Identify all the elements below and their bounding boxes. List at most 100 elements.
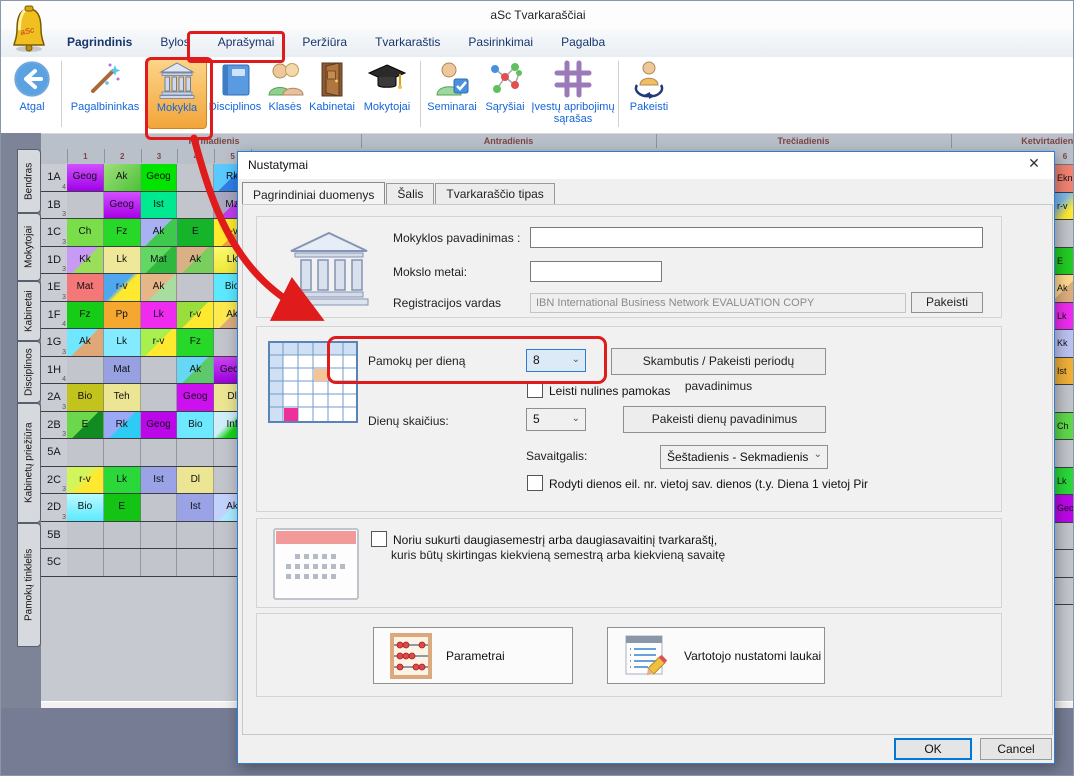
tab-pagrindiniai-duomenys[interactable]: Pagrindiniai duomenys — [242, 182, 385, 206]
sidebar-tab-bendras[interactable]: Bendras — [17, 149, 41, 213]
toolbar-item-subjects[interactable]: Disciplinos — [207, 59, 263, 113]
toolbar-item-back[interactable]: Atgal — [7, 59, 57, 113]
multiterm-checkbox[interactable]: Noriu sukurti daugiasemestrį arba daugia… — [371, 531, 717, 547]
checkbox-box[interactable] — [371, 531, 387, 547]
cancel-button[interactable]: Cancel — [980, 738, 1052, 760]
tab-tvarkarascio-tipas[interactable]: Tvarkaraščio tipas — [435, 183, 554, 205]
row-label[interactable]: 1C3 — [41, 219, 68, 246]
timetable-cell[interactable]: Ak — [1055, 275, 1074, 303]
row-label[interactable]: 2A3 — [41, 384, 68, 411]
timetable-cell[interactable] — [141, 549, 178, 576]
parameters-button[interactable]: Parametrai — [373, 627, 573, 684]
row-label[interactable]: 5B — [41, 522, 68, 549]
timetable-cell[interactable]: Ist — [1055, 358, 1074, 386]
change-registration-button[interactable]: Pakeisti — [911, 292, 983, 313]
timetable-cell[interactable]: Bio — [177, 412, 214, 439]
sidebar-tab-kabinetai[interactable]: Kabinetai — [17, 281, 41, 341]
row-label[interactable]: 1D3 — [41, 247, 68, 274]
row-label[interactable]: 2C3 — [41, 467, 68, 494]
timetable-cell[interactable]: Teh — [104, 384, 141, 411]
timetable-cell[interactable]: Geog — [1055, 495, 1074, 523]
tab-salis[interactable]: Šalis — [386, 183, 434, 205]
timetable-cell[interactable] — [141, 522, 178, 549]
timetable-cell[interactable]: Ak — [67, 329, 104, 356]
timetable-cell[interactable]: r-v — [67, 467, 104, 494]
timetable-cell[interactable]: Mat — [67, 274, 104, 301]
row-label[interactable]: 1A4 — [41, 164, 68, 191]
sidebar-tab-disciplinos[interactable]: Disciplinos — [17, 341, 41, 403]
timetable-cell[interactable]: Rk — [104, 412, 141, 439]
timetable-cell[interactable] — [141, 494, 178, 521]
timetable-cell[interactable] — [1055, 550, 1074, 578]
menu-pagrindinis[interactable]: Pagrindinis — [53, 35, 146, 49]
ok-button[interactable]: OK — [894, 738, 972, 760]
timetable-cell[interactable]: Pp — [104, 302, 141, 329]
bells-button[interactable]: Skambutis / Pakeisti periodų pavadinimus — [611, 348, 826, 375]
timetable-cell[interactable] — [177, 164, 214, 191]
timetable-cell[interactable]: r-v — [104, 274, 141, 301]
timetable-cell[interactable]: Kk — [1055, 330, 1074, 358]
timetable-cell[interactable]: Bio — [67, 384, 104, 411]
menu-peržiūra[interactable]: Peržiūra — [288, 35, 361, 49]
timetable-cell[interactable]: Lk — [104, 467, 141, 494]
weekend-select[interactable]: Šeštadienis - Sekmadienis⌄ — [660, 445, 828, 469]
timetable-cell[interactable] — [104, 522, 141, 549]
timetable-cell[interactable]: Ak — [141, 219, 178, 246]
timetable-cell[interactable]: r-v — [177, 302, 214, 329]
timetable-cell[interactable]: Ch — [67, 219, 104, 246]
timetable-cell[interactable]: Mat — [141, 247, 178, 274]
timetable-cell[interactable]: Mat — [104, 357, 141, 384]
timetable-cell[interactable] — [177, 549, 214, 576]
timetable-cell[interactable] — [104, 439, 141, 466]
timetable-cell[interactable] — [67, 357, 104, 384]
toolbar-item-rooms[interactable]: Kabinetai — [307, 59, 357, 113]
timetable-cell[interactable]: E — [1055, 248, 1074, 276]
timetable-cell[interactable]: r-v — [1055, 193, 1074, 221]
toolbar-item-seminars[interactable]: Seminarai — [425, 59, 479, 113]
timetable-cell[interactable] — [141, 439, 178, 466]
timetable-cell[interactable]: E — [177, 219, 214, 246]
row-label[interactable]: 5A — [41, 439, 68, 466]
timetable-cell[interactable]: Lk — [104, 329, 141, 356]
menu-pagalba[interactable]: Pagalba — [547, 35, 619, 49]
row-label[interactable]: 2B3 — [41, 412, 68, 439]
timetable-cell[interactable]: Lk — [1055, 468, 1074, 496]
row-label[interactable]: 1H4 — [41, 357, 68, 384]
timetable-cell[interactable]: Fz — [67, 302, 104, 329]
timetable-cell[interactable] — [1055, 523, 1074, 551]
timetable-cell[interactable] — [67, 192, 104, 219]
timetable-cell[interactable]: Ist — [177, 494, 214, 521]
toolbar-item-school[interactable]: Mokykla — [147, 59, 207, 129]
menu-bylos[interactable]: Bylos — [146, 35, 203, 49]
sidebar-tab-kabinet-prie-i-ra[interactable]: Kabinetų priežiūra — [17, 403, 41, 523]
school-year-input[interactable] — [530, 261, 662, 282]
toolbar-item-change[interactable]: Pakeisti — [623, 59, 675, 113]
timetable-cell[interactable]: Fz — [104, 219, 141, 246]
timetable-cell[interactable]: Geog — [67, 164, 104, 191]
timetable-cell[interactable]: Dl — [177, 467, 214, 494]
timetable-cell[interactable]: Lk — [104, 247, 141, 274]
school-name-input[interactable] — [530, 227, 983, 248]
timetable-cell[interactable]: E — [104, 494, 141, 521]
timetable-cell[interactable]: Geog — [104, 192, 141, 219]
periods-per-day-select[interactable]: 8⌄ — [526, 349, 586, 372]
sidebar-tab-mokytojai[interactable]: Mokytojai — [17, 213, 41, 281]
zero-periods-checkbox[interactable]: Leisti nulines pamokas — [527, 382, 670, 398]
custom-fields-button[interactable]: Vartotojo nustatomi laukai — [607, 627, 825, 684]
toolbar-item-teachers[interactable]: Mokytojai — [359, 59, 415, 113]
timetable-cell[interactable]: Geog — [141, 164, 178, 191]
timetable-cell[interactable] — [177, 192, 214, 219]
timetable-cell[interactable] — [1055, 385, 1074, 413]
timetable-cell[interactable]: Lk — [1055, 303, 1074, 331]
rename-days-button[interactable]: Pakeisti dienų pavadinimus — [623, 406, 826, 433]
close-icon[interactable]: ✕ — [1022, 155, 1046, 175]
timetable-cell[interactable] — [1055, 578, 1074, 606]
timetable-cell[interactable] — [177, 522, 214, 549]
toolbar-item-constraints[interactable]: Įvestų apribojimų sąrašas — [531, 59, 615, 125]
timetable-cell[interactable]: Ak — [141, 274, 178, 301]
toolbar-item-classes[interactable]: Klasės — [264, 59, 306, 113]
timetable-cell[interactable]: E — [67, 412, 104, 439]
checkbox-box[interactable] — [527, 475, 543, 491]
timetable-cell[interactable] — [67, 549, 104, 576]
timetable-cell[interactable]: Ekn — [1055, 165, 1074, 193]
